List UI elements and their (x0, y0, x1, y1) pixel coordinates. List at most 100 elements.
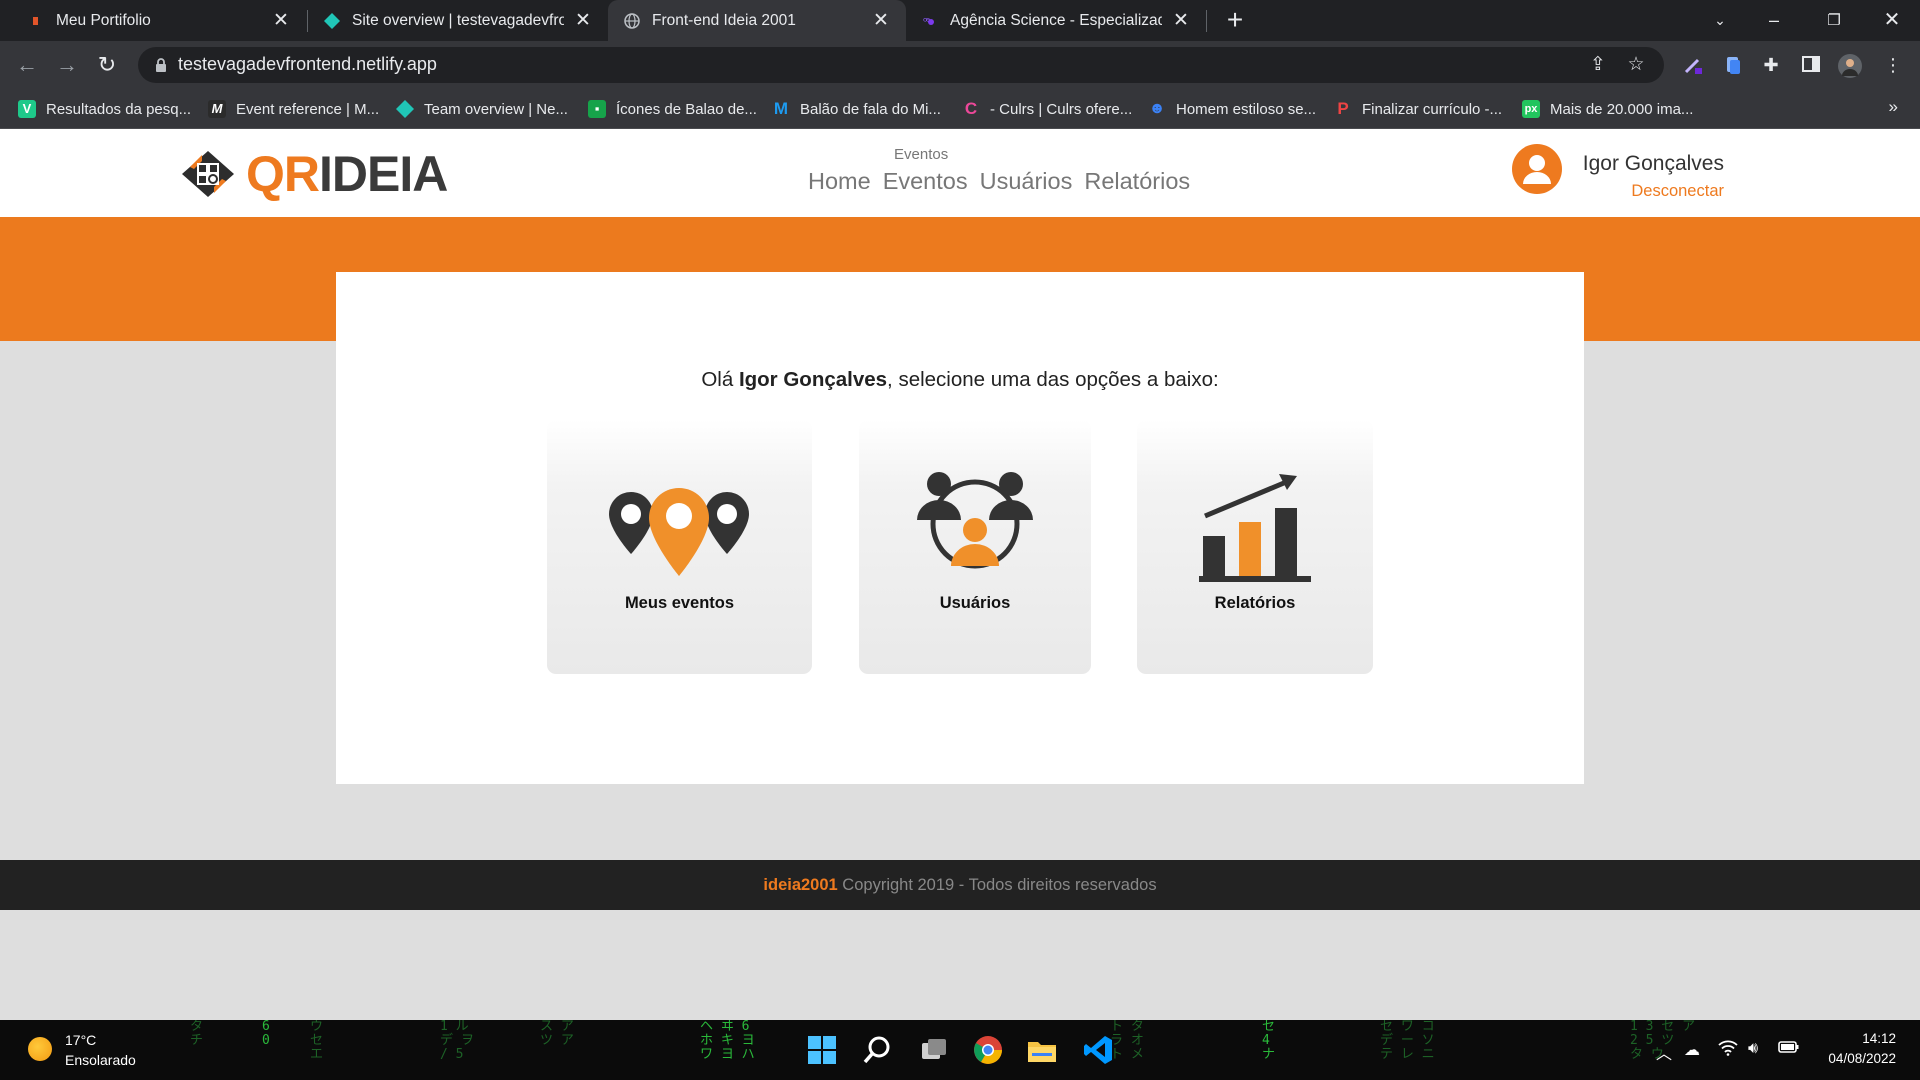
share-icon[interactable]: ⇪ (1588, 55, 1608, 75)
task-view-icon[interactable] (918, 1034, 950, 1066)
close-icon[interactable]: ✕ (1170, 9, 1192, 32)
bookmark-item[interactable]: M Event reference | M... (208, 97, 379, 121)
bookmark-item[interactable]: P Finalizar currículo -... (1334, 97, 1502, 121)
bookmark-item[interactable]: V Resultados da pesq... (18, 97, 191, 121)
tab-meu-portifolio[interactable]: Meu Portifolio ✕ (0, 0, 306, 41)
qr-logo-icon (182, 151, 234, 197)
card-label: Usuários (939, 594, 1011, 612)
bookmark-label: Resultados da pesq... (46, 100, 192, 118)
side-panel-icon[interactable] (1800, 54, 1822, 76)
user-info: Igor Gonçalves Desconectar (1512, 142, 1724, 204)
bookmark-item[interactable]: Team overview | Ne... (396, 97, 568, 121)
wallpaper-matrix-pattern: ヘ ヰ 6 ホ キ ヨ ワ ヨ ハ (700, 1020, 755, 1062)
forward-arrow-icon[interactable]: → (50, 48, 84, 82)
restore-button[interactable]: ❐ (1806, 0, 1862, 41)
bookmark-item[interactable]: ▪ Ícones de Balao de... (588, 97, 757, 121)
bookmark-label: - Culrs | Culrs ofere... (990, 100, 1133, 118)
portfolio-favicon-icon (28, 13, 44, 29)
wallpaper-matrix-pattern: ト タ ラ オ ト メ (1110, 1020, 1144, 1062)
wallpaper-matrix-pattern: 1 ル デ ヲ / 5 (440, 1020, 474, 1062)
mdn-icon: M (208, 100, 226, 118)
site-header: QRIDEIA Eventos Home Eventos Usuários Re… (0, 129, 1920, 217)
user-name: Igor Gonçalves (1582, 152, 1724, 175)
tab-separator (1206, 10, 1207, 32)
clock-time[interactable]: 14:12 (1862, 1031, 1896, 1046)
volume-icon[interactable]: 🔊︎ (1748, 1040, 1758, 1058)
bookmark-item[interactable]: M Balão de fala do Mi... (772, 97, 941, 121)
battery-icon[interactable] (1778, 1040, 1800, 1059)
footer-copyright: Copyright 2019 - Todos direitos reservad… (837, 876, 1157, 894)
file-explorer-icon[interactable] (1026, 1034, 1058, 1066)
vscode-icon[interactable] (1082, 1034, 1114, 1066)
bookmarks-more-button[interactable]: » (1889, 97, 1898, 117)
onedrive-icon[interactable]: ☁ (1684, 1040, 1700, 1060)
greeting-suffix: , selecione uma das opções a baixo: (887, 368, 1219, 391)
card-meus-eventos[interactable]: Meus eventos (547, 420, 812, 674)
bookmark-label: Event reference | M... (236, 100, 380, 118)
card-usuarios[interactable]: Usuários (859, 420, 1091, 674)
nav-usuarios[interactable]: Usuários (980, 168, 1073, 195)
wifi-icon[interactable] (1718, 1040, 1738, 1061)
tab-title: Meu Portifolio (56, 11, 151, 29)
minimize-button[interactable]: – (1746, 0, 1802, 41)
extensions-puzzle-icon[interactable]: ✚ (1760, 54, 1782, 76)
netlify-favicon-icon (324, 12, 340, 29)
bookmark-label: Team overview | Ne... (424, 100, 568, 118)
bookmark-item[interactable]: C - Culrs | Culrs ofere... (962, 97, 1132, 121)
card-relatorios[interactable]: Relatórios (1137, 420, 1373, 674)
close-icon[interactable]: ✕ (870, 9, 892, 32)
wallpaper-matrix-pattern: タ チ (190, 1020, 204, 1048)
footer-brand[interactable]: ideia2001 (763, 876, 837, 894)
profile-avatar-icon[interactable] (1838, 54, 1862, 78)
eyedropper-extension-icon[interactable] (1682, 54, 1704, 76)
windows-start-icon[interactable] (806, 1034, 838, 1066)
m-logo-icon: M (773, 99, 789, 118)
bookmark-item[interactable]: px Mais de 20.000 ima... (1522, 97, 1693, 121)
pixabay-icon: px (1522, 100, 1540, 118)
bookmark-label: Ícones de Balao de... (616, 100, 757, 118)
page-bottom-area (0, 910, 1920, 1020)
window-close-button[interactable]: ✕ (1864, 0, 1920, 41)
logo-wordmark: QRIDEIA (246, 145, 448, 203)
wallpaper-matrix-pattern: セ ワ コ デ ー ソ テ レ ニ (1380, 1020, 1435, 1062)
new-tab-button[interactable]: + (1220, 4, 1250, 36)
search-icon[interactable] (862, 1034, 894, 1066)
greeting-text: Olá Igor Gonçalves, selecione uma das op… (336, 368, 1584, 392)
address-bar[interactable]: testevagadevfrontend.netlify.app ⇪ ☆ (138, 47, 1664, 83)
tab-front-end-ideia[interactable]: Front-end Ideia 2001 ✕ (608, 0, 906, 41)
nav-home[interactable]: Home (808, 168, 871, 195)
map-pins-icon (609, 488, 749, 576)
card-label: Meus eventos (624, 594, 735, 612)
close-icon[interactable]: ✕ (270, 9, 292, 32)
clock-date[interactable]: 04/08/2022 (1828, 1051, 1896, 1066)
tab-search-chevron-icon[interactable]: ⌄ (1692, 0, 1748, 41)
user-avatar-icon[interactable] (1512, 144, 1562, 194)
logout-link[interactable]: Desconectar (1631, 182, 1724, 201)
tab-agencia-science[interactable]: ꟹ Agência Science - Especializada e ✕ (906, 0, 1206, 41)
weather-condition[interactable]: Ensolarado (65, 1052, 136, 1068)
main-panel: Olá Igor Gonçalves, selecione uma das op… (336, 272, 1584, 784)
browser-toolbar: ← → ↻ testevagadevfrontend.netlify.app ⇪… (0, 41, 1920, 89)
bookmark-label: Mais de 20.000 ima... (1550, 100, 1694, 118)
nav-relatorios[interactable]: Relatórios (1084, 168, 1190, 195)
tab-site-overview[interactable]: Site overview | testevagadevfront ✕ (308, 0, 608, 41)
nav-caption: Eventos (894, 146, 949, 163)
weather-temperature[interactable]: 17°C (65, 1032, 96, 1048)
logo-part-qr: QR (246, 146, 320, 202)
weather-sun-icon[interactable] (28, 1037, 52, 1061)
site-footer: ideia2001 Copyright 2019 - Todos direito… (0, 860, 1920, 910)
browser-menu-icon[interactable]: ⋮ (1882, 54, 1904, 76)
wallpaper-matrix-pattern: 6 0 (262, 1020, 270, 1048)
back-arrow-icon[interactable]: ← (10, 48, 44, 82)
tray-chevron-up-icon[interactable]: ︿ (1656, 1040, 1672, 1064)
bookmark-star-icon[interactable]: ☆ (1626, 55, 1646, 75)
chrome-icon[interactable] (972, 1034, 1004, 1066)
greeting-prefix: Olá (701, 368, 739, 391)
close-icon[interactable]: ✕ (572, 9, 594, 32)
freepik-icon: ☻ (1148, 100, 1166, 117)
bookmark-item[interactable]: ☻ Homem estiloso se... (1148, 97, 1316, 121)
reload-icon[interactable]: ↻ (90, 48, 124, 82)
copy-extension-icon[interactable] (1722, 54, 1744, 76)
nav-eventos[interactable]: Eventos (883, 168, 968, 195)
site-logo[interactable]: QRIDEIA (180, 145, 448, 203)
